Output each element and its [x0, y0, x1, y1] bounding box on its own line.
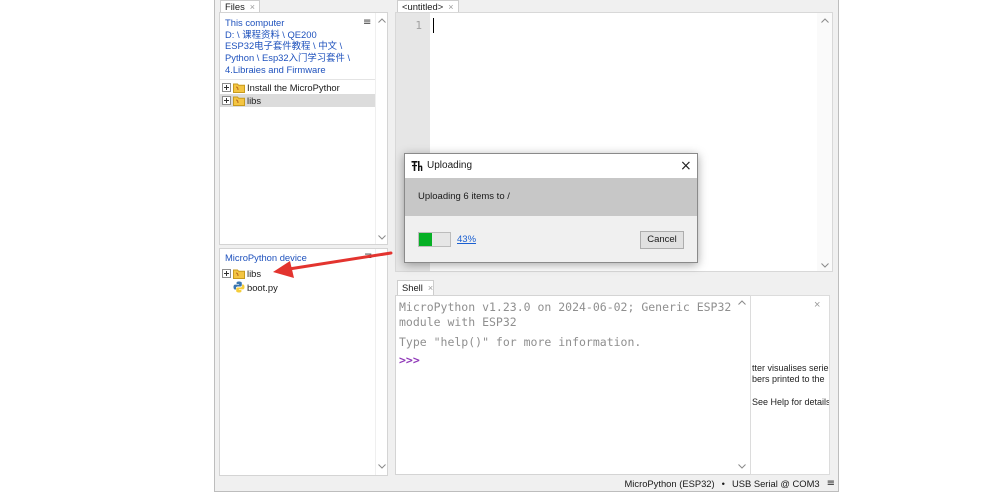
progress-percent-link[interactable]: 43%: [457, 232, 476, 247]
chevron-down-icon[interactable]: [821, 263, 829, 268]
plotter-help-link[interactable]: See Help for details: [752, 397, 829, 408]
folder-icon: [233, 83, 245, 93]
tree-item-install-folder[interactable]: Install the MicroPythor: [220, 81, 375, 94]
tab-shell-close-icon[interactable]: ×: [428, 283, 433, 293]
shell-scrollbar[interactable]: [735, 296, 750, 474]
header-divider: [220, 79, 375, 80]
status-separator: •: [721, 478, 725, 489]
folder-icon: [233, 269, 245, 279]
shell-output-line: Type "help()" for more information.: [399, 335, 642, 349]
cancel-button[interactable]: Cancel: [640, 231, 684, 249]
device-tree-item-boot-py[interactable]: boot.py: [220, 281, 375, 294]
shell-output-line: MicroPython v1.23.0 on 2024-06-02; Gener…: [399, 300, 732, 314]
this-computer-scrollbar[interactable]: [375, 13, 387, 244]
tree-item-label: Install the MicroPythor: [247, 82, 340, 93]
dialog-titlebar[interactable]: Uploading ×: [405, 154, 697, 178]
dialog-message-area: Uploading 6 items to /: [405, 178, 697, 216]
dialog-title: Uploading: [427, 160, 473, 171]
chevron-up-icon[interactable]: [821, 18, 829, 23]
device-scrollbar[interactable]: [375, 249, 387, 475]
tab-untitled[interactable]: <untitled> ×: [397, 0, 459, 12]
device-tree-item-libs[interactable]: libs: [220, 267, 375, 280]
uploading-dialog: Uploading × Uploading 6 items to / 43% C…: [404, 153, 698, 263]
shell-output-line: module with ESP32: [399, 315, 517, 329]
line-number: 1: [415, 19, 422, 32]
this-computer-panel: This computer D: \ 课程资料 \ QE200 ESP32电子套…: [219, 12, 388, 245]
status-interpreter[interactable]: MicroPython (ESP32): [625, 478, 715, 489]
tab-shell-label: Shell: [402, 282, 423, 293]
path-segment[interactable]: D: \ 课程资料 \ QE200: [225, 29, 350, 41]
tab-shell[interactable]: Shell ×: [397, 280, 434, 295]
micropython-device-panel: MicroPython device ≡ libs boot.py: [219, 248, 388, 476]
device-panel-title[interactable]: MicroPython device: [225, 252, 307, 264]
status-menu-icon[interactable]: ≡: [827, 478, 835, 489]
status-bar: MicroPython (ESP32) • USB Serial @ COM3 …: [215, 476, 837, 491]
this-computer-menu-icon[interactable]: ≡: [363, 17, 371, 29]
tab-files-close-icon[interactable]: ×: [250, 2, 255, 12]
folder-icon: [233, 96, 245, 106]
dialog-message: Uploading 6 items to /: [418, 191, 510, 202]
plus-box-icon[interactable]: [222, 269, 231, 278]
plotter-hint-text: bers printed to the: [752, 374, 825, 384]
tab-files[interactable]: Files ×: [220, 0, 260, 12]
plotter-close-icon[interactable]: ×: [814, 299, 820, 311]
plus-box-icon[interactable]: [222, 83, 231, 92]
tree-item-libs-folder[interactable]: libs: [220, 94, 375, 107]
path-segment[interactable]: ESP32电子套件教程 \ 中文 \: [225, 40, 350, 52]
tree-item-label: libs: [247, 268, 262, 279]
status-port[interactable]: USB Serial @ COM3: [732, 478, 820, 489]
editor-scrollbar[interactable]: [817, 13, 832, 271]
tab-untitled-close-icon[interactable]: ×: [448, 2, 453, 12]
plus-box-icon[interactable]: [222, 96, 231, 105]
thonny-app-icon: [411, 161, 423, 171]
chevron-up-icon[interactable]: [738, 300, 746, 305]
chevron-down-icon[interactable]: [378, 464, 386, 469]
chevron-up-icon[interactable]: [378, 18, 386, 23]
path-segment[interactable]: Python \ Esp32入门学习套件 \: [225, 52, 350, 64]
shell-prompt[interactable]: >>>: [399, 353, 420, 368]
plotter-hint-text: tter visualises serie: [752, 363, 829, 373]
tree-item-label: boot.py: [247, 282, 278, 293]
upload-progress-bar: [418, 232, 451, 247]
path-segment[interactable]: 4.Libraies and Firmware: [225, 64, 350, 76]
chevron-down-icon[interactable]: [738, 464, 746, 469]
this-computer-path[interactable]: This computer D: \ 课程资料 \ QE200 ESP32电子套…: [225, 17, 350, 76]
plotter-panel: × tter visualises serie bers printed to …: [750, 295, 830, 475]
text-cursor: [433, 18, 434, 33]
this-computer-title[interactable]: This computer: [225, 17, 350, 29]
shell-console[interactable]: MicroPython v1.23.0 on 2024-06-02; Gener…: [395, 295, 751, 475]
tab-untitled-label: <untitled>: [402, 1, 444, 12]
chevron-down-icon[interactable]: [378, 235, 386, 240]
dialog-close-icon[interactable]: ×: [680, 154, 692, 178]
python-file-icon: [233, 281, 245, 293]
device-menu-icon[interactable]: ≡: [364, 251, 372, 263]
progress-fill: [419, 233, 433, 246]
tree-item-label: libs: [247, 95, 262, 106]
tab-files-label: Files: [225, 1, 245, 12]
